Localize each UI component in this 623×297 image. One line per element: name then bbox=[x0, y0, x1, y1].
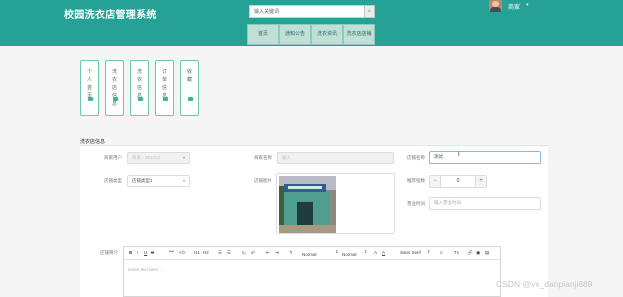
nav-notices[interactable]: 通知公告 bbox=[279, 24, 311, 45]
recommend-index-stepper[interactable]: − 0 + bbox=[429, 175, 487, 188]
header-select[interactable]: Normal bbox=[342, 252, 357, 257]
user-name[interactable]: 商家 bbox=[508, 2, 520, 11]
nav-laundry-shops[interactable]: 洗衣店店铺 bbox=[343, 24, 375, 45]
quick-link-label: 订单信息 bbox=[161, 69, 167, 99]
font-select[interactable]: Sans Serif bbox=[400, 250, 421, 255]
merchant-name-label: 商家名称 bbox=[254, 155, 272, 160]
font-color-button[interactable]: A bbox=[374, 250, 377, 255]
quick-link-laundry-info[interactable]: 洗衣信息 bbox=[130, 60, 149, 116]
clean-format-button[interactable]: Tx bbox=[454, 250, 459, 255]
shop-type-label: 店铺类型 bbox=[104, 178, 122, 183]
chevron-down-icon: ▾ bbox=[182, 155, 185, 160]
shop-type-value: 店铺类型1 bbox=[132, 178, 153, 183]
outdent-button[interactable]: ⇤ bbox=[266, 250, 270, 256]
business-hours-input[interactable]: 输入营业时间 bbox=[429, 197, 541, 210]
search-input[interactable]: 输入关键词 bbox=[249, 5, 365, 18]
quick-link-shop-info[interactable]: 洗衣店信息 bbox=[105, 60, 124, 116]
business-hours-label: 营业时间 bbox=[407, 201, 425, 206]
decrement-button[interactable]: − bbox=[430, 176, 441, 187]
shop-intro-label: 店铺简介 bbox=[100, 250, 118, 255]
increment-button[interactable]: + bbox=[475, 176, 486, 187]
underline-button[interactable]: U bbox=[144, 250, 147, 255]
nav-home[interactable]: 首页 bbox=[247, 24, 279, 45]
section-title: 洗衣店信息 bbox=[80, 139, 106, 145]
shop-name-label: 店铺名称 bbox=[407, 155, 425, 160]
quick-link-orders[interactable]: 订单信息 bbox=[155, 60, 174, 116]
header1-button[interactable]: H1 bbox=[194, 250, 200, 255]
home-icon bbox=[188, 97, 193, 101]
shop-type-select[interactable]: 店铺类型1 ▾ bbox=[127, 175, 190, 187]
shop-name-input[interactable]: 测试 bbox=[429, 151, 541, 164]
text-direction-button[interactable]: ↰ bbox=[289, 250, 293, 256]
subscript-button[interactable]: x₂ bbox=[242, 250, 246, 255]
merchant-user-label: 商家用户 bbox=[104, 155, 122, 160]
merchant-user-field: 商家 - 001212 ▾ bbox=[127, 152, 190, 164]
video-icon[interactable]: ▤ bbox=[485, 250, 489, 256]
recommend-index-value[interactable]: 0 bbox=[441, 176, 475, 187]
strike-button[interactable]: S bbox=[151, 250, 154, 255]
text-cursor-icon: I bbox=[458, 152, 460, 158]
size-select-caret: ⇕ bbox=[335, 249, 339, 254]
recommend-index-label: 推荐指数 bbox=[407, 178, 425, 183]
chevron-down-icon: ▾ bbox=[182, 178, 185, 183]
search-button[interactable]: ⌕ bbox=[364, 5, 375, 18]
app-title: 校园洗衣店管理系统 bbox=[64, 10, 157, 21]
merchant-user-value: 商家 - 001212 bbox=[132, 155, 161, 160]
shop-image-uploader[interactable] bbox=[276, 173, 395, 234]
home-icon bbox=[138, 97, 143, 101]
home-icon bbox=[113, 97, 118, 101]
superscript-button[interactable]: x² bbox=[251, 250, 255, 255]
font-select-caret: ⇕ bbox=[427, 249, 431, 254]
code-button[interactable]: </> bbox=[179, 250, 186, 255]
header-select-caret: ⇕ bbox=[364, 249, 368, 254]
image-icon[interactable]: ▣ bbox=[476, 250, 480, 256]
quick-link-label: 洗衣店信息 bbox=[111, 69, 117, 107]
editor-toolbar: B I U S ❝❞ </> H1 H2 ☰ ☰ x₂ x² ⇤ ⇥ ↰ Nor… bbox=[124, 247, 500, 260]
blockquote-button[interactable]: ❝❞ bbox=[169, 250, 174, 256]
quick-link-label: 个人首页 bbox=[86, 69, 92, 99]
watermark: CSDN @vx_danpianji889 bbox=[496, 279, 593, 289]
shop-intro-editor[interactable]: B I U S ❝❞ </> H1 H2 ☰ ☰ x₂ x² ⇤ ⇥ ↰ Nor… bbox=[123, 246, 501, 297]
shop-photo bbox=[279, 176, 336, 233]
quick-link-label: 收藏 bbox=[186, 69, 192, 83]
merchant-name-field: 输入 bbox=[277, 152, 394, 164]
nav-laundry-news[interactable]: 洗衣资讯 bbox=[311, 24, 343, 45]
editor-placeholder[interactable]: Insert text here ... bbox=[128, 267, 163, 272]
quick-link-label: 洗衣信息 bbox=[136, 69, 142, 99]
header2-button[interactable]: H2 bbox=[203, 250, 209, 255]
align-button[interactable]: ≡ bbox=[440, 250, 443, 255]
avatar[interactable] bbox=[489, 0, 502, 12]
link-icon[interactable]: 🔗 bbox=[467, 250, 473, 256]
indent-button[interactable]: ⇥ bbox=[275, 250, 279, 256]
ordered-list-button[interactable]: ☰ bbox=[218, 250, 222, 256]
bold-button[interactable]: B bbox=[129, 250, 132, 255]
shop-image-label: 店铺图片 bbox=[254, 178, 272, 183]
home-icon bbox=[163, 97, 168, 101]
size-select[interactable]: Normal bbox=[302, 252, 317, 257]
caret-down-icon[interactable]: ▾ bbox=[526, 2, 529, 8]
search-icon: ⌕ bbox=[367, 8, 372, 15]
bullet-list-button[interactable]: ☰ bbox=[227, 250, 231, 256]
italic-button[interactable]: I bbox=[137, 250, 138, 255]
shop-name-value: 测试 bbox=[434, 154, 443, 159]
background-color-button[interactable]: A bbox=[382, 250, 385, 255]
quick-link-personal[interactable]: 个人首页 bbox=[80, 60, 99, 116]
home-icon bbox=[88, 97, 93, 101]
quick-link-favorites[interactable]: 收藏 bbox=[180, 60, 199, 116]
